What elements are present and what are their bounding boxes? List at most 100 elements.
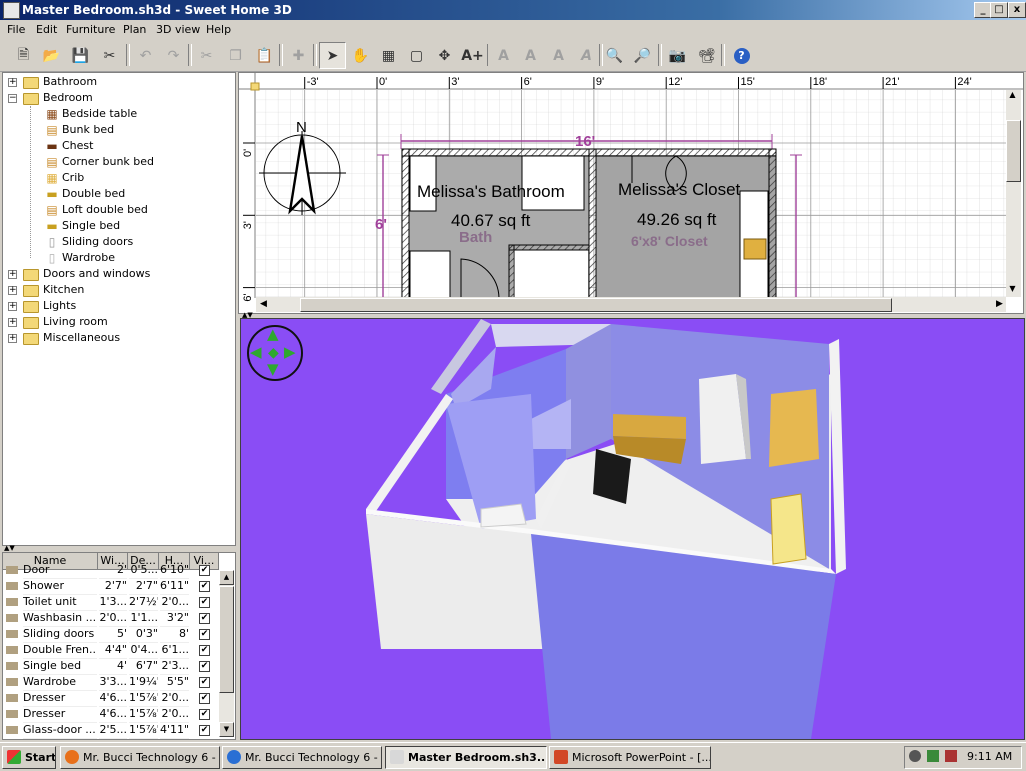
table-row[interactable]: Glass-door ...2'5...1'5⅞"4'11" ✔ [3, 722, 219, 739]
table-row[interactable]: Door 2' 0'5... 6'10" ✔ [3, 562, 219, 579]
visible-checkbox[interactable]: ✔ [199, 597, 210, 608]
menu-file[interactable]: File [7, 23, 25, 36]
add-text-icon[interactable]: A+ [459, 42, 486, 69]
table-row[interactable]: Shower 2'7" 2'7" 6'11" ✔ [3, 578, 219, 595]
new-home-icon[interactable]: 🗎 [10, 42, 37, 69]
decrease-text-icon[interactable]: A [545, 42, 572, 69]
taskbar-task-sweet-home-3d[interactable]: Master Bedroom.sh3... [385, 746, 547, 769]
tree-category-doors-and-windows[interactable]: + Doors and windows [3, 266, 233, 282]
rotate-icon[interactable]: ◆ [268, 346, 279, 360]
catalog-splitter[interactable]: ▲▼ [2, 545, 234, 552]
table-row[interactable]: Dresser4'6...1'5⅞"2'0... ✔ [3, 706, 219, 723]
scroll-left-button[interactable]: ◀ [260, 299, 268, 309]
collapse-toggle[interactable]: − [8, 94, 17, 103]
tray-clock[interactable]: 9:11 AM [967, 750, 1012, 763]
table-row[interactable]: Double Fren... 4'4" 0'4... 6'1... ✔ [3, 642, 219, 659]
expand-toggle[interactable]: + [8, 334, 17, 343]
arrow-up-icon[interactable]: ▲ [267, 327, 279, 342]
scroll-up-button[interactable]: ▲ [219, 570, 234, 585]
zoom-in-icon[interactable]: 🔍 [601, 42, 628, 69]
close-button[interactable]: x [1008, 2, 1026, 18]
taskbar-task-powerpoint[interactable]: Microsoft PowerPoint - [... [549, 746, 711, 769]
expand-toggle[interactable]: + [8, 302, 17, 311]
expand-toggle[interactable]: + [8, 318, 17, 327]
preferences-icon[interactable]: ✂ [96, 42, 123, 69]
create-walls-icon[interactable]: ▦ [375, 42, 402, 69]
expand-toggle[interactable]: + [8, 78, 17, 87]
table-row[interactable]: Toilet unit1'3...2'7½"2'0... ✔ [3, 594, 219, 611]
tree-item-sliding-doors[interactable]: ▯ Sliding doors [3, 234, 233, 250]
zoom-out-icon[interactable]: 🔎 [629, 42, 656, 69]
menu-furniture[interactable]: Furniture [66, 23, 115, 36]
modify-text-style-icon[interactable]: A [490, 42, 517, 69]
start-button[interactable]: Start [2, 746, 56, 769]
arrow-right-icon[interactable]: ▶ [284, 345, 296, 360]
redo-icon[interactable]: ↷ [160, 42, 187, 69]
scroll-up-button[interactable]: ▲ [1006, 90, 1019, 103]
plan-vertical-scrollbar[interactable]: ▲ ▼ [1006, 90, 1021, 297]
tree-item-wardrobe[interactable]: ▯ Wardrobe [3, 250, 233, 266]
scroll-thumb[interactable] [1006, 120, 1021, 182]
scroll-right-button[interactable]: ▶ [996, 299, 1006, 309]
menu-plan[interactable]: Plan [123, 23, 146, 36]
table-row[interactable]: Wardrobe3'3...1'9¼"5'5" ✔ [3, 674, 219, 691]
tree-category-living-room[interactable]: + Living room [3, 314, 233, 330]
visible-checkbox[interactable]: ✔ [199, 661, 210, 672]
taskbar-task-internet-explorer[interactable]: Mr. Bucci Technology 6 - ... [222, 746, 382, 769]
scroll-down-button[interactable]: ▼ [1006, 284, 1019, 297]
tree-item-loft-double-bed[interactable]: ▤ Loft double bed [3, 202, 233, 218]
pan-icon[interactable]: ✋ [347, 42, 374, 69]
paste-icon[interactable]: 📋 [251, 42, 278, 69]
increase-text-icon[interactable]: A [517, 42, 544, 69]
select-icon[interactable]: ➤ [319, 42, 346, 69]
help-icon[interactable]: ? [728, 42, 755, 69]
table-row[interactable]: Washbasin ... 2'0... 1'1... 3'2" ✔ [3, 610, 219, 627]
tree-item-corner-bunk-bed[interactable]: ▤ Corner bunk bed [3, 154, 233, 170]
scroll-down-button[interactable]: ▼ [219, 722, 234, 737]
copy-icon[interactable]: ❐ [222, 42, 249, 69]
scroll-thumb[interactable] [300, 298, 892, 312]
create-photo-icon[interactable]: 📷 [664, 42, 691, 69]
arrow-down-icon[interactable]: ▼ [267, 362, 279, 377]
save-icon[interactable]: 💾 [67, 42, 94, 69]
table-scrollbar[interactable]: ▲ ▼ [219, 570, 234, 737]
plan-horizontal-scrollbar[interactable]: ◀ ▶ [256, 297, 1006, 312]
visible-checkbox[interactable]: ✔ [199, 677, 210, 688]
visible-checkbox[interactable]: ✔ [199, 693, 210, 704]
open-icon[interactable]: 📂 [38, 42, 65, 69]
3d-navigation-control[interactable]: ▲ ▼ ◀ ▶ ◆ [247, 325, 303, 381]
expand-toggle[interactable]: + [8, 270, 17, 279]
create-rooms-icon[interactable]: ▢ [403, 42, 430, 69]
taskbar-task-firefox[interactable]: Mr. Bucci Technology 6 - ... [60, 746, 220, 769]
tray-antivirus-icon[interactable] [945, 750, 957, 762]
tree-category-lights[interactable]: + Lights [3, 298, 233, 314]
export-icon[interactable]: 📽 [693, 42, 720, 69]
tree-category-bathroom[interactable]: + Bathroom [3, 74, 233, 90]
table-row[interactable]: Sliding doors 5' 0'3" 8' ✔ [3, 626, 219, 643]
add-furniture-icon[interactable]: ✚ [285, 42, 312, 69]
undo-icon[interactable]: ↶ [132, 42, 159, 69]
italic-text-icon[interactable]: A [573, 42, 600, 69]
table-row[interactable]: Dresser4'6...1'5⅞"2'0... ✔ [3, 690, 219, 707]
tree-item-single-bed[interactable]: ▬ Single bed [3, 218, 233, 234]
visible-checkbox[interactable]: ✔ [199, 645, 210, 656]
tree-item-chest[interactable]: ▬ Chest [3, 138, 233, 154]
tree-category-miscellaneous[interactable]: + Miscellaneous [3, 330, 233, 346]
tree-item-double-bed[interactable]: ▬ Double bed [3, 186, 233, 202]
tree-item-bunk-bed[interactable]: ▤ Bunk bed [3, 122, 233, 138]
tree-item-bedside-table[interactable]: ▦ Bedside table [3, 106, 233, 122]
tree-category-bedroom[interactable]: − Bedroom [3, 90, 233, 106]
maximize-button[interactable]: □ [990, 2, 1008, 18]
3d-view[interactable]: ▲ ▼ ◀ ▶ ◆ [240, 318, 1025, 740]
cut-icon[interactable]: ✂ [193, 42, 220, 69]
visible-checkbox[interactable]: ✔ [199, 725, 210, 736]
menu-help[interactable]: Help [206, 23, 231, 36]
visible-checkbox[interactable]: ✔ [199, 629, 210, 640]
visible-checkbox[interactable]: ✔ [199, 709, 210, 720]
tree-item-crib[interactable]: ▦ Crib [3, 170, 233, 186]
create-dimensions-icon[interactable]: ✥ [431, 42, 458, 69]
scroll-thumb[interactable] [219, 586, 234, 693]
table-row[interactable]: Single bed 4' 6'7" 2'3... ✔ [3, 658, 219, 675]
plan-view[interactable]: -3'0'3'6'9'12'15'18'21'24'270'3'6' N 16'… [238, 72, 1024, 314]
arrow-left-icon[interactable]: ◀ [250, 345, 262, 360]
